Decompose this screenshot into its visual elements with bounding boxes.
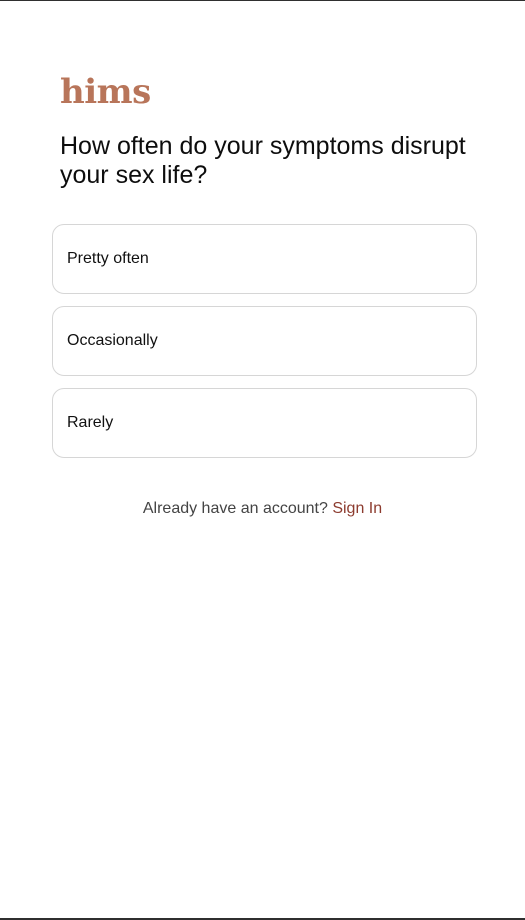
account-prompt-text: Already have an account? <box>142 500 328 517</box>
option-label: Rarely <box>67 414 114 431</box>
option-occasionally[interactable]: Occasionally <box>52 306 477 376</box>
option-pretty-often[interactable]: Pretty often <box>52 224 477 294</box>
question-heading: How often do your symptoms disrupt your … <box>60 132 466 189</box>
answer-options: Pretty often Occasionally Rarely <box>52 224 477 470</box>
option-label: Occasionally <box>67 332 158 349</box>
hims-logo[interactable]: hims <box>60 70 151 114</box>
option-rarely[interactable]: Rarely <box>52 388 477 458</box>
top-border <box>0 0 525 1</box>
sign-in-link[interactable]: Sign In <box>332 500 382 517</box>
sign-in-prompt: Already have an account? Sign In <box>0 498 525 520</box>
option-label: Pretty often <box>67 250 149 267</box>
